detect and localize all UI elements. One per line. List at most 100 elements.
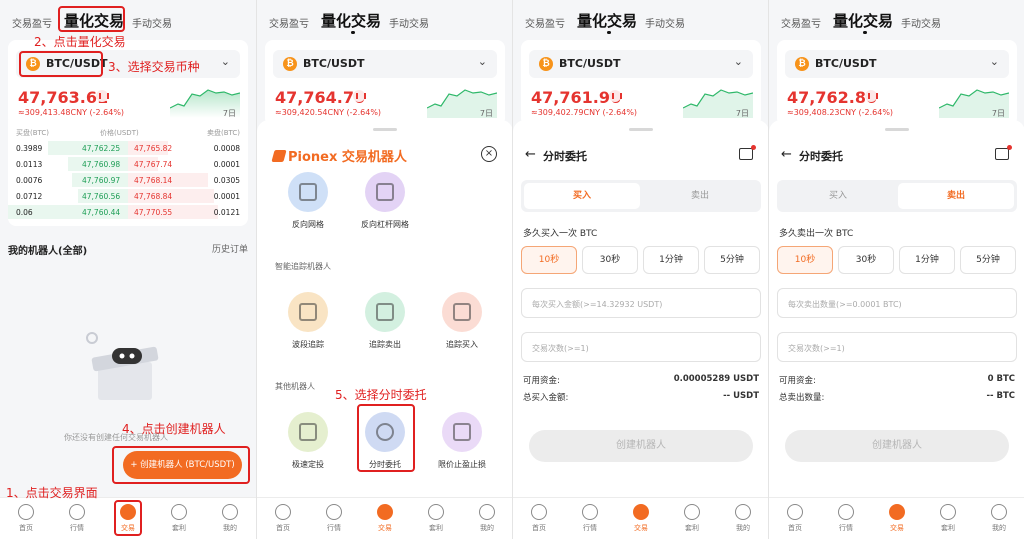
tab-manual[interactable]: 手动交易 <box>901 15 941 30</box>
bottom-nav: 首页 行情 交易 套利 我的 <box>257 497 512 539</box>
bot-trailing-sell[interactable]: 追踪卖出 <box>350 292 420 350</box>
tab-manual[interactable]: 手动交易 <box>132 15 172 30</box>
nav-profile[interactable]: 我的 <box>979 504 1019 533</box>
sound-icon[interactable] <box>609 90 622 102</box>
trade-icon <box>377 504 393 520</box>
price-change: ≈309,413.48CNY (-2.64%) <box>18 108 125 117</box>
interval-1m[interactable]: 1分钟 <box>899 246 955 274</box>
bot-fast-dca[interactable]: 极速定投 <box>273 412 343 470</box>
trailing-buy-icon <box>442 292 482 332</box>
chevron-down-icon: ⌄ <box>477 55 487 68</box>
bot-swing-tracking[interactable]: 波段追踪 <box>273 292 343 350</box>
nav-arbitrage[interactable]: 套利 <box>159 504 199 533</box>
bot-reverse-leverage-grid[interactable]: 反向杠杆网格 <box>350 172 420 230</box>
nav-home[interactable]: 首页 <box>775 504 815 533</box>
side-buy-tab[interactable]: 买入 <box>780 183 896 209</box>
book-row: 0.06 47,760.44 47,770.55 0.0121 <box>8 204 248 220</box>
side-sell-tab[interactable]: 卖出 <box>898 183 1014 209</box>
order-count-input[interactable]: 交易次数(>=1) <box>777 332 1017 362</box>
order-book: 买盘(BTC) 价格(USDT) 卖盘(BTC) 0.3989 47,762.2… <box>8 120 248 226</box>
tab-manual[interactable]: 手动交易 <box>389 15 429 30</box>
nav-profile[interactable]: 我的 <box>723 504 763 533</box>
user-icon <box>479 504 495 520</box>
my-robots-filter[interactable]: 我的机器人(全部) <box>8 242 87 257</box>
nav-market[interactable]: 行情 <box>57 504 97 533</box>
nav-trade[interactable]: 交易 <box>365 504 405 533</box>
sheet-handle[interactable] <box>885 128 909 131</box>
home-icon <box>18 504 34 520</box>
guide-book-icon[interactable] <box>739 145 756 160</box>
bot-limit-tp-sl[interactable]: 限价止盈止损 <box>427 412 497 470</box>
nav-home[interactable]: 首页 <box>519 504 559 533</box>
tab-quant[interactable]: 量化交易 <box>577 10 637 31</box>
nav-trade[interactable]: 交易 <box>621 504 661 533</box>
side-buy-tab[interactable]: 买入 <box>524 183 640 209</box>
tab-profit[interactable]: 交易盈亏 <box>525 15 565 30</box>
nav-profile[interactable]: 我的 <box>210 504 250 533</box>
section-smart-tracking: 智能追踪机器人 <box>275 262 331 271</box>
order-count-input[interactable]: 交易次数(>=1) <box>521 332 761 362</box>
history-orders-link[interactable]: 历史订单 <box>212 242 248 255</box>
pair-selector[interactable]: ₿ BTC/USDT ⌄ <box>273 50 497 78</box>
empty-robot-illustration <box>86 332 159 400</box>
sheet-handle[interactable] <box>373 128 397 131</box>
chart-period: 7日 <box>222 109 236 118</box>
available-funds: 可用资金: 0 BTC <box>779 374 1015 386</box>
pair-selector[interactable]: ₿ BTC/USDT ⌄ <box>529 50 753 78</box>
pionex-logo: Pionex 交易机器人 <box>271 146 407 165</box>
back-arrow-icon[interactable]: ← <box>525 147 536 162</box>
tab-profit[interactable]: 交易盈亏 <box>269 15 309 30</box>
bottom-nav: 首页 行情 交易 套利 我的 <box>769 497 1024 539</box>
sheet-handle[interactable] <box>629 128 653 131</box>
screen-twap-sell: 交易盈亏 量化交易 手动交易 ₿ BTC/USDT ⌄ 47,762.80 ≈3… <box>768 0 1024 539</box>
create-robot-button[interactable]: 创建机器人 <box>529 430 753 462</box>
chart-period: 7日 <box>735 109 749 118</box>
interval-5m[interactable]: 5分钟 <box>960 246 1016 274</box>
interval-30s[interactable]: 30秒 <box>838 246 894 274</box>
nav-arbitrage[interactable]: 套利 <box>672 504 712 533</box>
nav-trade[interactable]: 交易 <box>877 504 917 533</box>
swing-tracking-icon <box>288 292 328 332</box>
highlight-pair-selector <box>19 51 103 77</box>
nav-profile[interactable]: 我的 <box>467 504 507 533</box>
bot-trailing-buy[interactable]: 追踪买入 <box>427 292 497 350</box>
pair-label: BTC/USDT <box>815 57 877 70</box>
interval-30s[interactable]: 30秒 <box>582 246 638 274</box>
tab-quant[interactable]: 量化交易 <box>833 10 893 31</box>
nav-market[interactable]: 行情 <box>826 504 866 533</box>
chart-period: 7日 <box>991 109 1005 118</box>
guide-book-icon[interactable] <box>995 145 1012 160</box>
nav-arbitrage[interactable]: 套利 <box>928 504 968 533</box>
tab-manual[interactable]: 手动交易 <box>645 15 685 30</box>
interval-10s[interactable]: 10秒 <box>521 246 577 274</box>
nav-market[interactable]: 行情 <box>570 504 610 533</box>
nav-home[interactable]: 首页 <box>263 504 303 533</box>
bot-reverse-grid[interactable]: 反向网格 <box>273 172 343 230</box>
available-funds: 可用资金: 0.00005289 USDT <box>523 374 759 386</box>
pair-selector[interactable]: ₿ BTC/USDT ⌄ <box>785 50 1009 78</box>
side-sell-tab[interactable]: 卖出 <box>642 183 758 209</box>
interval-5m[interactable]: 5分钟 <box>704 246 760 274</box>
interval-1m[interactable]: 1分钟 <box>643 246 699 274</box>
amount-per-order-input[interactable]: 每次买入金额(>=14.32932 USDT) <box>521 288 761 318</box>
quantity-per-order-input[interactable]: 每次卖出数量(>=0.0001 BTC) <box>777 288 1017 318</box>
price-change: ≈309,408.23CNY (-2.64%) <box>787 108 894 117</box>
highlight-create-button <box>112 446 250 484</box>
market-card: ₿ BTC/USDT ⌄ 47,761.96 ≈309,402.79CNY (-… <box>521 40 761 126</box>
tab-quant[interactable]: 量化交易 <box>321 10 381 31</box>
close-icon[interactable]: × <box>481 146 497 162</box>
nav-market[interactable]: 行情 <box>314 504 354 533</box>
interval-10s[interactable]: 10秒 <box>777 246 833 274</box>
sound-icon[interactable] <box>96 90 109 102</box>
nav-home[interactable]: 首页 <box>6 504 46 533</box>
tab-profit[interactable]: 交易盈亏 <box>12 15 52 30</box>
sound-icon[interactable] <box>353 90 366 102</box>
price-change: ≈309,402.79CNY (-2.64%) <box>531 108 638 117</box>
tab-profit[interactable]: 交易盈亏 <box>781 15 821 30</box>
top-tabs: 交易盈亏 量化交易 手动交易 <box>769 10 1024 34</box>
annotation-step-3: 3、选择交易币种 <box>108 60 200 74</box>
sound-icon[interactable] <box>865 90 878 102</box>
back-arrow-icon[interactable]: ← <box>781 147 792 162</box>
create-robot-button[interactable]: 创建机器人 <box>785 430 1009 462</box>
nav-arbitrage[interactable]: 套利 <box>416 504 456 533</box>
